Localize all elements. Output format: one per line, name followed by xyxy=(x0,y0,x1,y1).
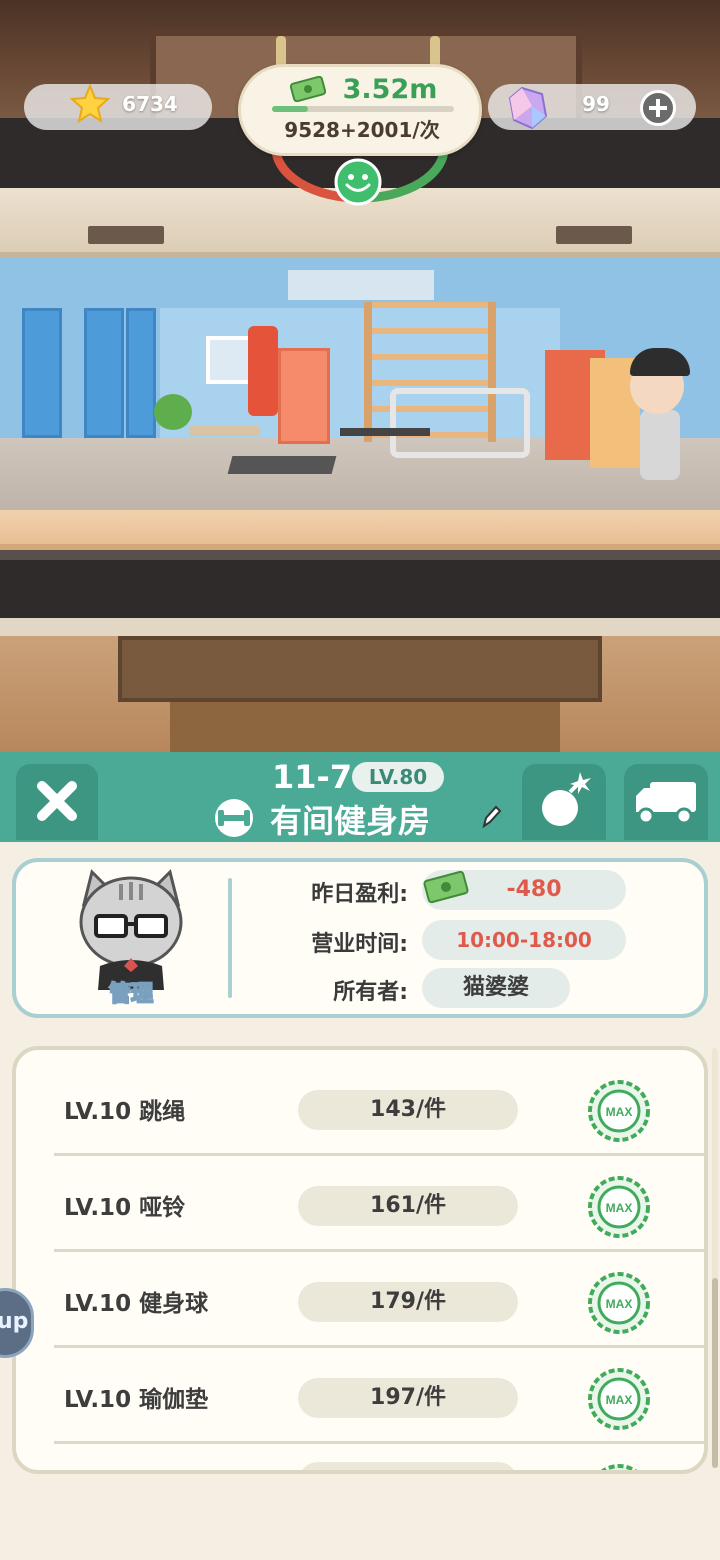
income-rate: 9528+2001/次 xyxy=(284,118,440,142)
hours-label: 营业时间: xyxy=(311,932,408,957)
money-progress-bar xyxy=(272,106,454,112)
item-name: LV.10 哑铃 xyxy=(64,1195,186,1221)
list-item[interactable]: LV.10 健身球 179/件 MAX xyxy=(54,1252,704,1348)
item-name: LV.10 瑜伽垫 xyxy=(64,1387,209,1413)
list-item[interactable] xyxy=(54,1444,704,1474)
item-price: 179/件 xyxy=(298,1282,518,1322)
treadmill xyxy=(390,388,530,458)
item-price: 197/件 xyxy=(298,1378,518,1418)
smile-icon[interactable] xyxy=(334,158,382,206)
owner-label: 所有者: xyxy=(333,980,408,1005)
staff-cap xyxy=(630,348,690,376)
side-bubble-label: up xyxy=(0,1309,29,1334)
wall-panel xyxy=(22,308,62,438)
item-name: LV.10 健身球 xyxy=(64,1291,209,1317)
edit-icon[interactable] xyxy=(480,804,502,830)
close-icon xyxy=(37,781,77,821)
barbell xyxy=(340,428,430,436)
gem-icon xyxy=(508,86,548,130)
item-price xyxy=(298,1462,518,1470)
ceiling-light xyxy=(288,270,434,300)
money-progress-fill xyxy=(272,106,309,112)
owner-value: 猫婆婆 xyxy=(422,968,570,1008)
room-name: 有间健身房 xyxy=(270,802,431,840)
max-level-badge[interactable]: MAX xyxy=(586,1270,652,1336)
profit-label: 昨日盈利: xyxy=(311,882,408,907)
gem-count: 99 xyxy=(582,92,610,116)
ceiling-lamp xyxy=(88,226,164,244)
cash-icon xyxy=(423,870,469,904)
add-gems-button[interactable] xyxy=(640,90,676,126)
dumbbell-icon xyxy=(215,799,253,837)
star-count: 6734 xyxy=(122,92,178,116)
cash-icon xyxy=(290,76,326,102)
ceiling-lamp xyxy=(556,226,632,244)
hours-value: 10:00-18:00 xyxy=(422,920,626,960)
lower-room-counter xyxy=(118,636,602,702)
scrollbar-thumb[interactable] xyxy=(712,1278,718,1468)
bench xyxy=(190,426,260,436)
list-item[interactable]: LV.10 哑铃 161/件 MAX xyxy=(54,1156,704,1252)
wall-panel xyxy=(126,308,156,438)
max-badge-text: MAX xyxy=(606,1201,633,1215)
max-level-badge[interactable]: MAX xyxy=(586,1366,652,1432)
delivery-button[interactable] xyxy=(624,764,708,840)
item-price: 161/件 xyxy=(298,1186,518,1226)
room-code: 11-7 xyxy=(272,758,353,796)
gym-room[interactable] xyxy=(0,258,720,518)
money-amount: 3.52m xyxy=(342,74,438,105)
ceiling-trim xyxy=(0,618,720,638)
info-divider xyxy=(228,878,232,998)
max-level-badge[interactable]: MAX xyxy=(586,1174,652,1240)
floor-divider xyxy=(0,550,720,618)
max-level-badge[interactable] xyxy=(586,1462,652,1474)
demolish-button[interactable] xyxy=(522,764,606,840)
floor-mat xyxy=(227,456,337,474)
wall-panel xyxy=(84,308,124,438)
drink-fridge xyxy=(278,348,330,444)
max-badge-text: MAX xyxy=(606,1393,633,1407)
max-level-badge[interactable]: MAX xyxy=(586,1078,652,1144)
staff-body[interactable] xyxy=(640,410,680,480)
item-list[interactable]: LV.10 跳绳 143/件 MAX LV.10 哑铃 161/件 MAX LV… xyxy=(12,1046,708,1474)
close-button[interactable] xyxy=(16,764,98,840)
item-name: LV.10 跳绳 xyxy=(64,1099,186,1125)
room-level-badge: LV.80 xyxy=(352,762,444,792)
bomb-icon xyxy=(542,772,591,826)
potted-plant xyxy=(154,394,192,430)
item-price: 143/件 xyxy=(298,1090,518,1130)
floor-edge xyxy=(0,510,720,550)
manager-label: 管理 xyxy=(108,981,154,1008)
punching-bag xyxy=(248,326,278,416)
list-item[interactable]: LV.10 瑜伽垫 197/件 MAX xyxy=(54,1348,704,1444)
window xyxy=(206,336,252,384)
max-badge-text: MAX xyxy=(606,1297,633,1311)
list-item[interactable]: LV.10 跳绳 143/件 MAX xyxy=(54,1060,704,1156)
lower-room-floor xyxy=(170,702,560,752)
truck-icon xyxy=(636,782,696,825)
star-icon xyxy=(70,84,110,124)
max-badge-text: MAX xyxy=(606,1105,633,1119)
